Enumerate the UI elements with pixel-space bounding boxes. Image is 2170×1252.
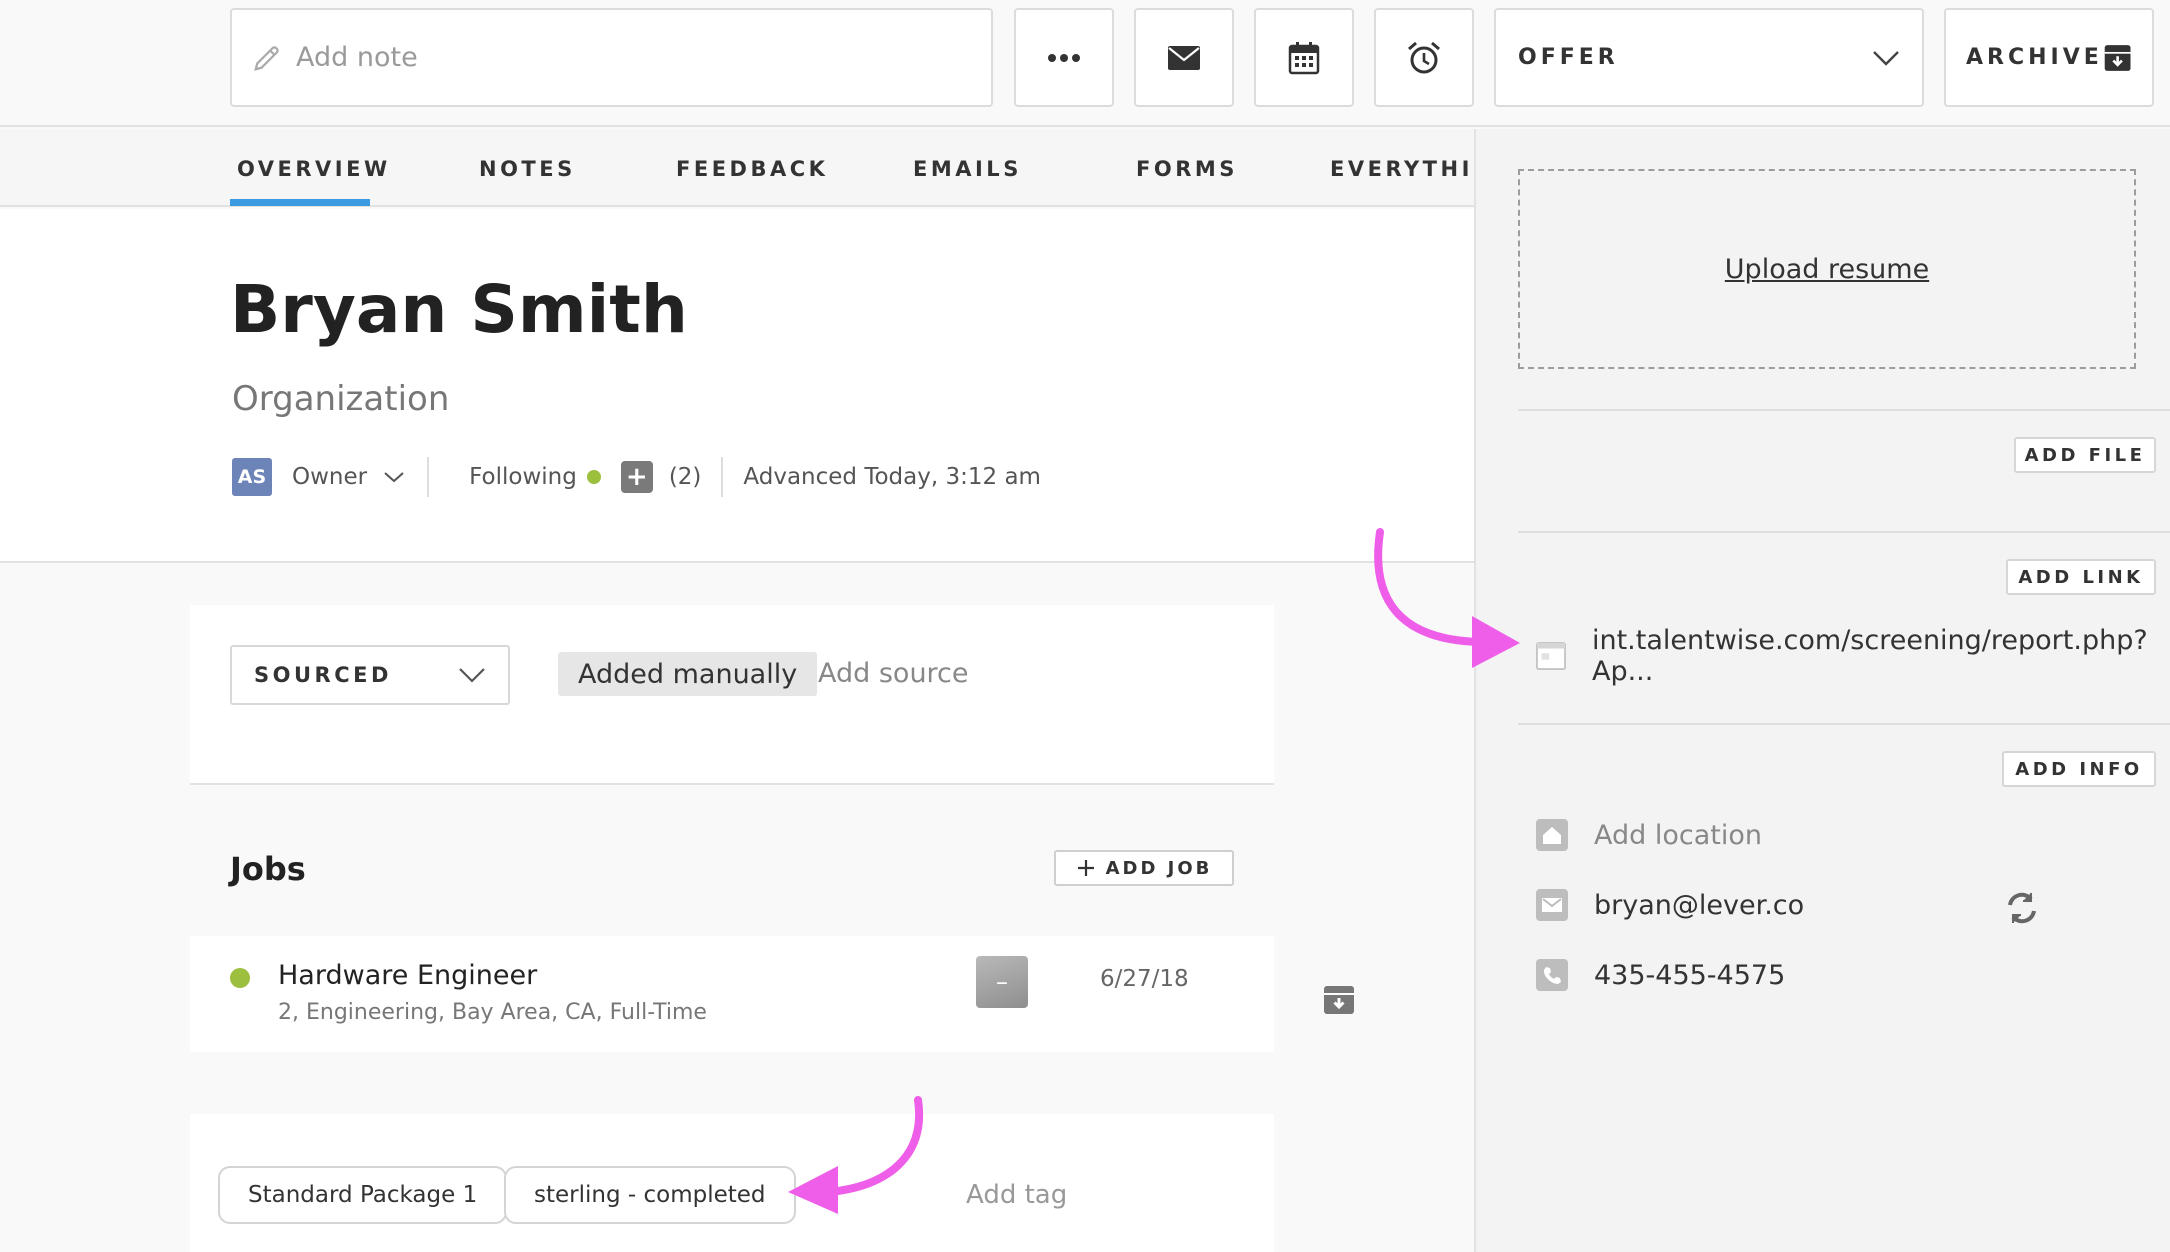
add-note-placeholder: Add note — [296, 42, 418, 73]
candidate-organization[interactable]: Organization — [232, 379, 449, 419]
annotation-arrow-icon — [788, 1096, 924, 1214]
home-icon — [1536, 819, 1568, 851]
email-address[interactable]: bryan@lever.co — [1594, 890, 1804, 921]
tab-feedback[interactable]: FEEDBACK — [676, 157, 828, 181]
add-file-button[interactable]: ADD FILE — [2014, 437, 2156, 473]
archive-label: ARCHIVE — [1966, 45, 2103, 70]
tab-emails[interactable]: EMAILS — [913, 157, 1022, 181]
owner-label[interactable]: Owner — [292, 464, 367, 490]
job-stage-badge[interactable]: – — [976, 956, 1028, 1008]
job-date: 6/27/18 — [1100, 966, 1189, 992]
divider — [1518, 723, 2170, 725]
phone-row[interactable]: 435-455-4575 — [1536, 959, 1785, 991]
source-tag[interactable]: Added manually — [558, 652, 818, 696]
link-row[interactable]: int.talentwise.com/screening/report.php?… — [1536, 625, 2170, 687]
chevron-down-icon[interactable] — [383, 471, 405, 483]
more-dots-icon — [1048, 53, 1080, 62]
plus-icon — [1077, 860, 1094, 876]
active-tab-indicator — [230, 199, 370, 206]
add-source-link[interactable]: Add source — [818, 658, 969, 689]
owner-avatar: AS — [232, 458, 272, 496]
envelope-icon — [1536, 889, 1568, 921]
tab-overview[interactable]: OVERVIEW — [237, 157, 391, 181]
add-follower-button[interactable]: + — [620, 461, 653, 493]
add-info-button[interactable]: ADD INFO — [2002, 751, 2156, 787]
advanced-timestamp: Advanced Today, 3:12 am — [743, 464, 1041, 490]
email-button[interactable] — [1134, 8, 1234, 107]
divider — [1518, 409, 2170, 411]
top-toolbar: Add note OFFER ARCHIVE — [0, 0, 2170, 127]
archive-button[interactable]: ARCHIVE — [1944, 8, 2154, 107]
more-actions-button[interactable] — [1014, 8, 1114, 107]
location-row[interactable]: Add location — [1536, 819, 1762, 851]
archive-box-icon — [2104, 44, 2131, 71]
tag-pill[interactable]: sterling - completed — [504, 1166, 796, 1224]
stage-label: OFFER — [1518, 45, 1619, 70]
refresh-icon[interactable] — [2004, 891, 2040, 925]
add-tag-input[interactable]: Add tag — [966, 1180, 1067, 1210]
jobs-heading: Jobs — [230, 850, 306, 888]
upload-resume-link[interactable]: Upload resume — [1725, 254, 1929, 285]
add-link-button[interactable]: ADD LINK — [2006, 559, 2156, 595]
tab-forms[interactable]: FORMS — [1136, 157, 1238, 181]
archive-box-icon[interactable] — [1322, 982, 1356, 1016]
phone-number[interactable]: 435-455-4575 — [1594, 960, 1785, 991]
upload-resume-dropzone[interactable]: Upload resume — [1518, 169, 2136, 369]
alarm-clock-icon — [1408, 41, 1440, 73]
chevron-down-icon — [1873, 50, 1899, 66]
add-job-button[interactable]: ADD JOB — [1054, 850, 1234, 886]
reminder-button[interactable] — [1374, 8, 1474, 107]
job-row[interactable]: Hardware Engineer 2, Engineering, Bay Ar… — [190, 936, 1274, 1052]
source-card: SOURCED Added manually Add source — [190, 605, 1274, 785]
plus-icon: + — [625, 462, 648, 492]
origin-select[interactable]: SOURCED — [230, 645, 510, 705]
job-details: 2, Engineering, Bay Area, CA, Full-Time — [278, 1000, 707, 1025]
add-note-input[interactable]: Add note — [230, 8, 993, 107]
followers-count: (2) — [668, 464, 702, 490]
following-label[interactable]: Following — [469, 464, 577, 490]
phone-icon — [1536, 959, 1568, 991]
tags-card: Standard Package 1 sterling - completed … — [190, 1114, 1274, 1252]
tag-pill[interactable]: Standard Package 1 — [218, 1166, 508, 1224]
stage-select[interactable]: OFFER — [1494, 8, 1924, 107]
divider — [427, 457, 430, 497]
divider — [1518, 531, 2170, 533]
schedule-button[interactable] — [1254, 8, 1354, 107]
annotation-arrow-icon — [1374, 528, 1520, 668]
link-url[interactable]: int.talentwise.com/screening/report.php?… — [1592, 625, 2170, 687]
right-sidebar: Upload resume ADD FILE ADD LINK int.tale… — [1474, 129, 2170, 1252]
profile-header: Bryan Smith Organization AS Owner Follow… — [0, 209, 1474, 563]
add-job-label: ADD JOB — [1105, 857, 1213, 879]
job-title[interactable]: Hardware Engineer — [278, 960, 537, 991]
email-row[interactable]: bryan@lever.co — [1536, 889, 1804, 921]
webpage-icon — [1536, 641, 1566, 671]
calendar-icon — [1288, 41, 1320, 74]
profile-meta-row: AS Owner Following + (2) Advanced Today,… — [232, 457, 1041, 497]
following-status-dot — [586, 470, 601, 484]
tab-notes[interactable]: NOTES — [479, 157, 576, 181]
pencil-icon — [254, 45, 279, 71]
profile-tabs: OVERVIEW NOTES FEEDBACK EMAILS FORMS EVE… — [0, 129, 1511, 207]
candidate-name: Bryan Smith — [230, 271, 688, 348]
add-location-field[interactable]: Add location — [1594, 820, 1762, 851]
divider — [721, 457, 724, 497]
job-status-dot — [230, 968, 250, 988]
origin-label: SOURCED — [254, 663, 392, 687]
envelope-icon — [1168, 45, 1200, 70]
chevron-down-icon — [459, 668, 485, 683]
